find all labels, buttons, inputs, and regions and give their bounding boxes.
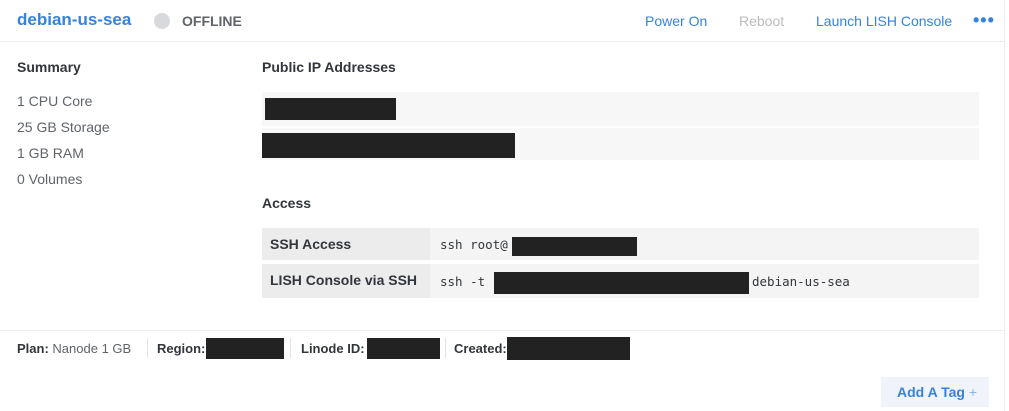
add-tag-label: Add A Tag [897,384,965,400]
add-tag-button[interactable]: Add A Tag + [881,377,989,407]
redacted-linode-id [367,338,440,359]
access-row-lish: LISH Console via SSH ssh -t debian-us-se… [262,264,979,298]
summary-ram: 1 GB RAM [17,145,84,161]
launch-lish-button[interactable]: Launch LISH Console [816,13,952,29]
summary-storage: 25 GB Storage [17,119,110,135]
access-label: SSH Access [262,228,430,260]
divider [290,338,291,358]
redacted-ssh-host [512,237,637,256]
plus-icon: + [968,384,977,400]
access-title: Access [262,195,312,211]
status-text: OFFLINE [182,13,242,29]
public-ips-title: Public IP Addresses [262,59,396,75]
created-info: Created: [454,341,507,356]
redacted-created [507,337,630,360]
lish-command-prefix[interactable]: ssh -t [440,274,485,289]
redacted-region [206,338,284,359]
power-on-button[interactable]: Power On [645,13,707,29]
divider [147,338,148,358]
lish-command-suffix[interactable]: debian-us-sea [752,274,850,289]
ipv6-row [262,128,979,160]
redacted-ipv4 [265,98,396,120]
ipv4-row [262,92,979,126]
linode-id-info: Linode ID: [301,341,365,356]
more-horizontal-icon[interactable]: ••• [973,10,995,31]
redacted-lish-host [494,272,749,294]
access-row-ssh: SSH Access ssh root@ [262,228,979,260]
region-info: Region: [157,341,205,356]
redacted-ipv6 [262,133,515,158]
linode-header: debian-us-sea OFFLINE Power On Reboot La… [0,0,1005,42]
linode-id-label: Linode ID: [301,341,365,356]
access-label: LISH Console via SSH [262,264,430,298]
created-label: Created: [454,341,507,356]
summary-cpu: 1 CPU Core [17,93,93,109]
region-label: Region: [157,341,206,356]
linode-name-link[interactable]: debian-us-sea [17,10,131,30]
summary-volumes: 0 Volumes [17,171,83,187]
divider [445,338,446,358]
summary-title: Summary [17,59,81,75]
plan-info: Plan: Nanode 1 GB [17,341,131,356]
plan-value: Nanode 1 GB [52,341,132,356]
ssh-command-prefix[interactable]: ssh root@ [440,237,508,252]
plan-label: Plan: [17,341,49,356]
status-dot-icon [154,13,170,29]
reboot-button[interactable]: Reboot [739,13,784,29]
